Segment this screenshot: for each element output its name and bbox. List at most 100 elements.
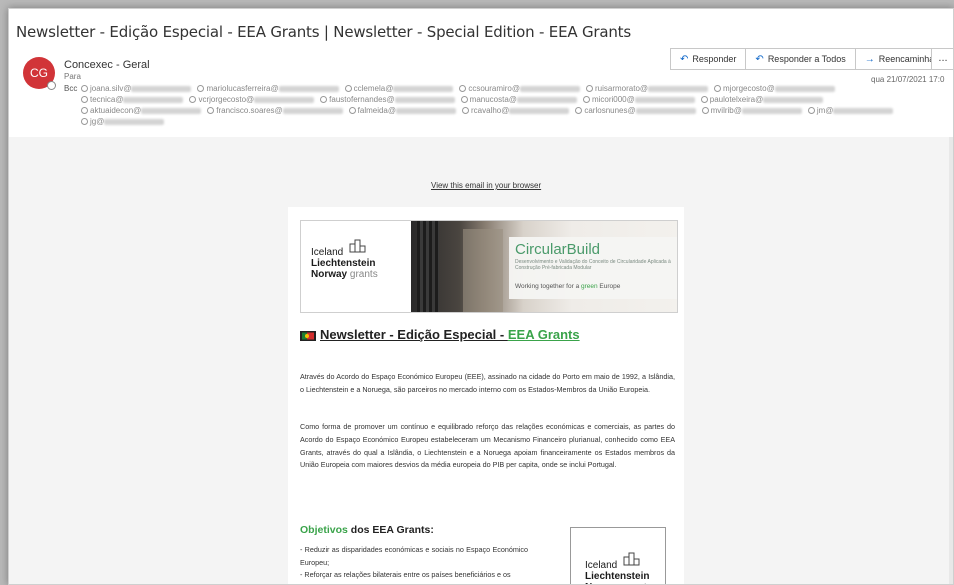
eea-logo-icon: [349, 239, 366, 253]
contact-icon: [207, 107, 215, 115]
reply-label: Responder: [692, 54, 737, 64]
logo-grants: grants: [347, 269, 378, 280]
objective-item: - Reduzir as disparidades económicas e s…: [300, 545, 528, 567]
contact-icon: [586, 85, 593, 93]
contact-icon: [460, 96, 468, 104]
to-label: Para: [64, 72, 81, 81]
contact-icon: [81, 118, 88, 126]
contact-icon: [575, 107, 583, 115]
view-in-browser-link[interactable]: View this email in your browser: [431, 181, 541, 190]
eea-logo-icon: [623, 552, 640, 566]
email-window: Newsletter - Edição Especial - EEA Grant…: [8, 8, 954, 585]
contact-icon: [81, 107, 88, 115]
redacted-domain: [635, 107, 696, 114]
circularbuild-tagline: Working together for a green Europe: [515, 283, 621, 290]
recipient-chip[interactable]: mvilrib@: [701, 105, 802, 116]
recipient-chip[interactable]: falmeida@: [348, 105, 456, 116]
recipient-address: francisco.soares@: [216, 106, 283, 115]
recipient-address: mjorgecosto@: [723, 84, 775, 93]
recipient-address: mariolucasferreira@: [206, 84, 279, 93]
portugal-flag-icon: [300, 330, 316, 341]
redacted-domain: [741, 107, 802, 114]
recipient-chip[interactable]: carlosnunes@: [575, 105, 696, 116]
newsletter-title-eea: EEA Grants: [507, 327, 580, 342]
recipient-chip[interactable]: mjorgecosto@: [714, 83, 835, 94]
redacted-domain: [763, 96, 824, 103]
recipient-address: falmeida@: [357, 106, 396, 115]
reply-button[interactable]: ↶ Responder: [671, 49, 747, 69]
recipient-chip[interactable]: francisco.soares@: [207, 105, 343, 116]
newsletter-banner[interactable]: Iceland Liechtenstein Norway grants Circ…: [300, 220, 678, 313]
recipient-address: jg@: [90, 117, 105, 126]
newsletter-card: Iceland Liechtenstein Norway grants Circ…: [288, 207, 684, 584]
recipient-chip[interactable]: manucosta@: [460, 94, 577, 105]
recipient-address: paulotelxeira@: [709, 95, 764, 104]
recipient-chip[interactable]: ccsouramiro@: [459, 83, 580, 94]
contact-icon: [700, 96, 708, 104]
recipient-address: tecnica@: [90, 95, 124, 104]
reply-icon: ↶: [680, 54, 689, 65]
redacted-domain: [393, 85, 454, 92]
recipient-address: carlosnunes@: [584, 106, 636, 115]
recipient-chip[interactable]: jg@: [81, 116, 165, 127]
recipient-chip[interactable]: aktuaidecon@: [81, 105, 202, 116]
email-header: Newsletter - Edição Especial - EEA Grant…: [9, 9, 953, 137]
email-subject: Newsletter - Edição Especial - EEA Grant…: [16, 23, 631, 41]
redacted-domain: [141, 107, 202, 114]
recipient-address: cclemela@: [353, 84, 394, 93]
email-date: qua 21/07/2021 17:0: [871, 75, 945, 84]
redacted-domain: [516, 96, 577, 103]
contact-icon: [81, 85, 88, 93]
contact-icon: [344, 85, 352, 93]
more-actions-button[interactable]: ...: [931, 48, 953, 70]
circularbuild-subtitle: Desenvolvimento e Validação do Conceito …: [515, 259, 671, 271]
recipient-chip[interactable]: jm@: [807, 105, 894, 116]
redacted-domain: [396, 107, 456, 114]
objectives-heading: Objetivos dos EEA Grants:: [300, 524, 434, 536]
recipient-address: mvilrib@: [710, 106, 742, 115]
recipient-address: faustofernandes@: [329, 95, 395, 104]
recipient-chip[interactable]: vcrjorgecosto@: [189, 94, 315, 105]
email-body: View this email in your browser Iceland …: [9, 137, 953, 584]
recipient-address: aktuaidecon@: [90, 106, 142, 115]
recipient-chip[interactable]: cclemela@: [344, 83, 454, 94]
redacted-domain: [648, 85, 709, 92]
logo-norway: Norway: [311, 269, 348, 280]
logo-iceland: Iceland: [585, 560, 618, 571]
intro-paragraph-1: Através do Acordo do Espaço Económico Eu…: [300, 372, 675, 394]
redacted-domain: [254, 96, 315, 103]
contact-icon: [582, 96, 590, 104]
recipient-chip[interactable]: faustofernandes@: [320, 94, 455, 105]
contact-icon: [459, 85, 467, 93]
recipient-chip[interactable]: ruisarmorato@: [586, 83, 709, 94]
reply-all-icon: ↶: [755, 54, 764, 65]
circularbuild-title: CircularBuild: [515, 241, 601, 258]
presence-icon: [47, 81, 56, 90]
recipient-chip[interactable]: rcavalho@: [462, 105, 570, 116]
recipient-address: ccsouramiro@: [468, 84, 520, 93]
recipient-chip[interactable]: mariolucasferreira@: [197, 83, 339, 94]
sender-name[interactable]: Concexec - Geral: [64, 59, 150, 71]
recipient-chip[interactable]: tecnica@: [81, 94, 184, 105]
contact-icon: [462, 107, 469, 115]
bcc-label: Bcc: [64, 84, 78, 93]
reply-all-label: Responder a Todos: [767, 54, 846, 64]
scrollbar[interactable]: [949, 137, 953, 584]
logo-iceland: Iceland: [311, 247, 344, 258]
recipient-address: vcrjorgecosto@: [198, 95, 255, 104]
recipient-address: jm@: [816, 106, 834, 115]
redacted-domain: [774, 85, 835, 92]
recipient-chip[interactable]: micori000@: [582, 94, 695, 105]
contact-icon: [348, 107, 356, 115]
newsletter-title[interactable]: Newsletter - Edição Especial - EEA Grant…: [300, 327, 580, 342]
forward-label: Reencaminhar: [878, 54, 938, 64]
recipient-chip[interactable]: paulotelxeira@: [700, 94, 824, 105]
contact-icon: [320, 96, 328, 104]
redacted-domain: [278, 85, 339, 92]
recipient-chip[interactable]: joana.silv@: [81, 83, 192, 94]
reply-all-button[interactable]: ↶ Responder a Todos: [746, 49, 856, 69]
circularbuild-box: CircularBuild Desenvolvimento e Validaçã…: [509, 237, 677, 299]
contact-icon: [714, 85, 722, 93]
logo-liechtenstein: Liechtenstein: [585, 571, 650, 582]
contact-icon: [189, 96, 197, 104]
